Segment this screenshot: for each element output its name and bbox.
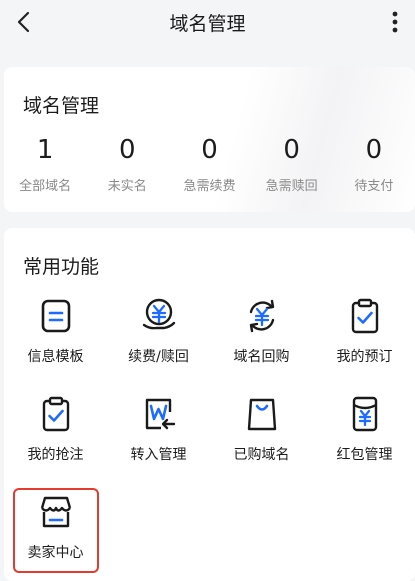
more-vertical-icon [392,11,398,33]
feature-label: 已购域名 [233,447,290,463]
stat-value: 0 [201,135,218,165]
features-title: 常用功能 [23,256,100,278]
storefront-icon [40,496,71,528]
renew-yuan-icon [142,298,175,330]
feature-domain-buyback[interactable]: 域名回购 [210,294,313,376]
feature-label: 转入管理 [130,447,187,463]
stat-urgent-redeem[interactable]: 0 急需赎回 [251,135,333,194]
feature-label: 域名回购 [233,349,290,365]
red-envelope-icon [352,396,377,432]
feature-label: 红包管理 [336,447,393,463]
stat-all-domains[interactable]: 1 全部域名 [4,135,86,194]
shopping-bag-icon [247,398,276,431]
stat-label: 未实名 [107,179,147,194]
feature-label: 续费/赎回 [128,349,189,365]
stat-label: 待支付 [354,179,394,194]
feature-label: 信息模板 [27,349,84,365]
stat-label: 急需赎回 [265,179,318,194]
stat-value: 0 [119,135,136,165]
stat-label: 急需续费 [183,179,236,194]
more-menu-button[interactable] [383,6,407,38]
stat-label: 全部域名 [19,179,72,194]
feature-label: 卖家中心 [27,545,84,561]
clipboard-check-icon [42,396,69,432]
feature-my-snatch[interactable]: 我的抢注 [4,392,107,474]
feature-info-template[interactable]: 信息模板 [4,294,107,376]
buyback-yuan-icon [249,299,274,333]
stat-urgent-renew[interactable]: 0 急需续费 [168,135,250,194]
feature-label: 我的抢注 [27,447,84,463]
common-features-card: 常用功能 信息模板 续费/赎回 域名回购 我的预订 我的抢注 转入管理 已购域名… [4,228,415,581]
template-icon [41,299,70,333]
feature-seller-center[interactable]: 卖家中心 [4,490,107,572]
stat-value: 0 [365,135,383,165]
transfer-w-icon [145,398,175,430]
feature-transfer-in[interactable]: 转入管理 [107,392,210,474]
back-button[interactable] [8,6,40,38]
summary-title: 域名管理 [23,95,100,117]
stat-value: 1 [36,135,54,165]
feature-renew-redeem[interactable]: 续费/赎回 [107,294,210,376]
stats-row: 1 全部域名 0 未实名 0 急需续费 0 急需赎回 0 待支付 [4,135,415,194]
feature-red-envelope[interactable]: 红包管理 [313,392,415,474]
stat-unverified[interactable]: 0 未实名 [86,135,168,194]
stat-pending-payment[interactable]: 0 待支付 [333,135,415,194]
stat-value: 0 [283,135,300,165]
feature-label: 我的预订 [336,349,393,365]
feature-my-reservations[interactable]: 我的预订 [313,294,415,376]
page-title: 域名管理 [169,12,246,35]
domain-summary-card: 域名管理 1 全部域名 0 未实名 0 急需续费 0 急需赎回 0 待支付 [4,67,415,212]
feature-purchased-domains[interactable]: 已购域名 [210,392,313,474]
clipboard-check-icon [351,298,378,334]
chevron-left-icon [17,11,30,33]
top-bar: 域名管理 [0,0,415,44]
